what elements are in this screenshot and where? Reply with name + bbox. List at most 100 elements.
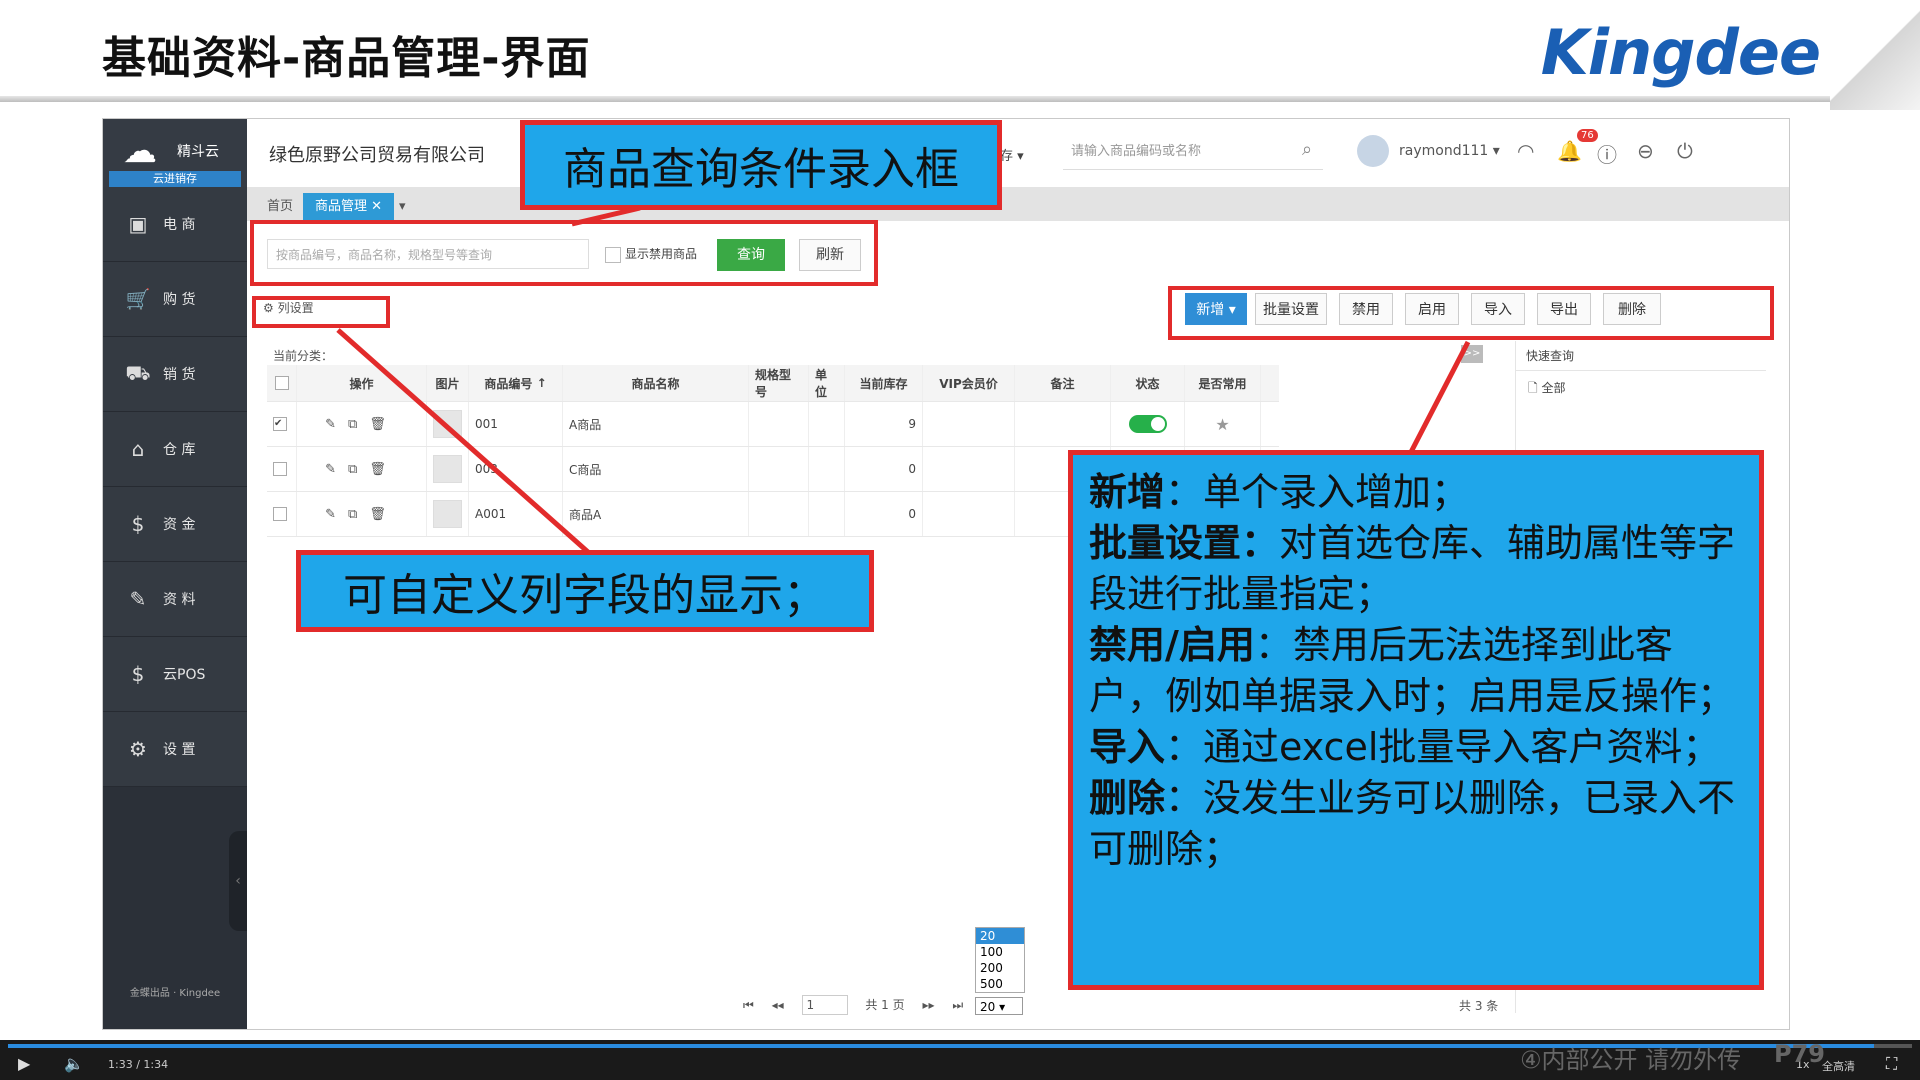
quality-selector[interactable]: 全高清 [1822, 1058, 1855, 1074]
header-op: 操作 [297, 365, 427, 401]
sidebar-item-7[interactable]: ⚙ 设 置 [103, 712, 247, 787]
row-checkbox[interactable]: ✔ [273, 417, 287, 431]
select-all-checkbox[interactable] [274, 376, 289, 390]
last-page-icon[interactable]: ⏭ [952, 998, 963, 1012]
image-placeholder-icon [433, 455, 462, 483]
watermark: ④内部公开 请勿外传 [1520, 1046, 1742, 1074]
avatar[interactable] [1357, 135, 1389, 167]
trash-icon[interactable]: 🗑 [369, 507, 386, 522]
trash-icon[interactable]: 🗑 [369, 462, 386, 477]
desc-line: 禁用/启用：禁用后无法选择到此客户，例如单据录入时；启用是反操作； [1089, 620, 1743, 722]
header-img: 图片 [427, 365, 469, 401]
sidebar-item-1[interactable]: 🛒 购 货 [103, 262, 247, 337]
header-stock: 当前库存 [845, 365, 923, 401]
cell-img [427, 492, 469, 536]
header-select-all[interactable] [267, 365, 297, 401]
callout-toolbar-description: 新增：单个录入增加； 批量设置：对首选仓库、辅助属性等字段进行批量指定； 禁用/启用… [1068, 450, 1764, 990]
headset-icon[interactable]: ◠ [1517, 139, 1534, 163]
tab-home[interactable]: 首页 [255, 193, 305, 221]
search-icon[interactable]: ⌕ [1302, 139, 1312, 160]
star-icon[interactable]: ★ [1215, 415, 1229, 434]
cell-sel: ✔ [267, 402, 297, 446]
user-name-label: raymond111 [1399, 143, 1489, 159]
first-page-icon[interactable]: ⏮ [743, 998, 754, 1012]
back-icon[interactable]: ⊖ [1637, 139, 1654, 163]
cell-code: 001 [469, 402, 563, 446]
callout-query-box: 商品查询条件录入框 [520, 120, 1002, 210]
sidebar-item-2[interactable]: ⛟ 销 货 [103, 337, 247, 412]
image-placeholder-icon [433, 410, 462, 438]
prev-page-icon[interactable]: ◂◂ [772, 998, 784, 1012]
cell-unit [809, 492, 845, 536]
sidebar-item-label: 销 货 [163, 367, 196, 383]
pos-icon: $ [131, 662, 145, 686]
sidebar-collapse-handle[interactable]: ‹ [229, 831, 247, 931]
page-size-option[interactable]: 100 [976, 944, 1024, 960]
next-page-icon[interactable]: ▸▸ [922, 998, 934, 1012]
cell-unit [809, 402, 845, 446]
sidebar-item-6[interactable]: $ 云POS [103, 637, 247, 712]
money-icon: $ [131, 512, 145, 536]
desc-text: ：单个录入增加； [1165, 470, 1470, 514]
header-vip: VIP会员价 [923, 365, 1015, 401]
page-number-input[interactable]: 1 [801, 995, 848, 1015]
header-unit: 单位 [809, 365, 845, 401]
query-area-highlight [250, 220, 878, 286]
header-name[interactable]: 商品名称 [563, 365, 749, 401]
cell-name: A商品 [563, 402, 749, 446]
pager: ⏮ ◂◂ 1 共 1 页 ▸▸ ⏭ [743, 995, 977, 1015]
trash-icon[interactable]: 🗑 [369, 417, 386, 432]
cell-unit [809, 447, 845, 491]
header-code[interactable]: 商品编号 ↑ [469, 365, 563, 401]
row-checkbox[interactable] [273, 462, 287, 476]
sidebar-item-4[interactable]: $ 资 金 [103, 487, 247, 562]
user-name[interactable]: raymond111 ▾ [1399, 143, 1500, 159]
copy-icon[interactable]: ⧉ [348, 507, 357, 522]
table-row[interactable]: ✔ ✎ ⧉ 🗑 001 A商品 9 ★ [267, 402, 1279, 447]
edit-icon[interactable]: ✎ [325, 507, 336, 522]
cell-name: C商品 [563, 447, 749, 491]
help-icon[interactable]: ⓘ [1597, 139, 1617, 168]
cell-op: ✎ ⧉ 🗑 [297, 402, 427, 446]
edit-icon[interactable]: ✎ [325, 417, 336, 432]
sidebar-item-0[interactable]: ▣ 电 商 [103, 187, 247, 262]
warehouse-icon: ⌂ [131, 437, 145, 461]
status-toggle[interactable] [1128, 415, 1167, 433]
expand-panel-button[interactable]: >> [1461, 345, 1483, 363]
quick-query-all[interactable]: 🗋 全部 [1516, 371, 1766, 408]
close-icon[interactable]: ✕ [371, 199, 382, 214]
play-icon[interactable]: ▶ [18, 1054, 30, 1073]
page-size-select[interactable]: 20 ▾ [975, 997, 1023, 1015]
copy-icon[interactable]: ⧉ [348, 462, 357, 477]
tab-product-management[interactable]: 商品管理 ✕ [303, 193, 395, 221]
slide-page-number: P79 [1774, 1040, 1825, 1068]
slide-title: 基础资料-商品管理-界面 [102, 33, 591, 84]
copy-icon[interactable]: ⧉ [348, 417, 357, 432]
bell-icon[interactable]: 🔔 [1557, 139, 1582, 163]
power-icon[interactable]: ⏻ [1677, 139, 1693, 163]
page-size-dropdown-list[interactable]: 20 100 200 500 [975, 927, 1025, 993]
sidebar-nav: ▣ 电 商 🛒 购 货 ⛟ 销 货 ⌂ 仓 库 $ 资 金 ✎ 资 料 $ 云POS ⚙ 设 置 [103, 187, 247, 787]
cell-code: A001 [469, 492, 563, 536]
sidebar-item-5[interactable]: ✎ 资 料 [103, 562, 247, 637]
edit-icon[interactable]: ✎ [325, 462, 336, 477]
company-name[interactable]: 绿色原野公司贸易有限公司 [269, 141, 485, 167]
grid-header: 操作 图片 商品编号 ↑ 商品名称 规格型号 单位 当前库存 VIP会员价 备注… [267, 365, 1279, 402]
page-size-option[interactable]: 20 [976, 928, 1024, 944]
page-size-option[interactable]: 500 [976, 976, 1024, 992]
store-icon: ▣ [128, 212, 148, 236]
tab-dropdown[interactable]: ▾ [387, 193, 418, 221]
cell-name: 商品A [563, 492, 749, 536]
volume-icon[interactable]: 🔈 [64, 1054, 84, 1073]
sidebar-item-3[interactable]: ⌂ 仓 库 [103, 412, 247, 487]
header-spec: 规格型号 [749, 365, 809, 401]
title-divider [0, 96, 1860, 102]
fullscreen-icon[interactable]: ⛶ [1886, 1054, 1897, 1074]
cell-stock: 9 [845, 402, 923, 446]
sidebar-item-label: 购 货 [163, 292, 196, 308]
page-size-option[interactable]: 200 [976, 960, 1024, 976]
sidebar-item-label: 电 商 [163, 217, 196, 233]
row-checkbox[interactable] [273, 507, 287, 521]
global-search-input[interactable]: 请输入商品编码或名称 [1063, 135, 1323, 170]
column-settings-highlight [252, 296, 390, 328]
